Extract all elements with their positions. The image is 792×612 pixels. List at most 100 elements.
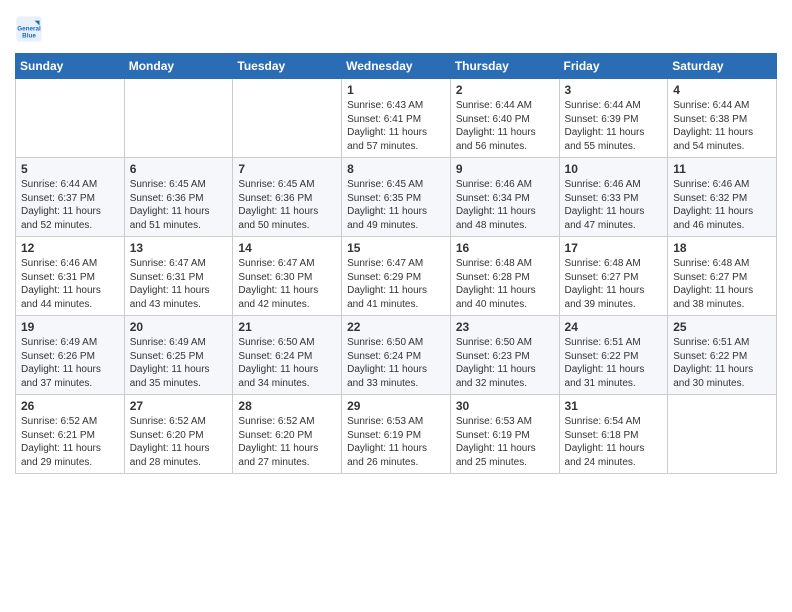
day-number: 7: [238, 162, 336, 176]
day-info: Sunrise: 6:53 AM Sunset: 6:19 PM Dayligh…: [347, 415, 445, 469]
day-number: 10: [565, 162, 663, 176]
day-number: 20: [130, 320, 228, 334]
svg-text:Blue: Blue: [22, 33, 36, 40]
calendar-table: SundayMondayTuesdayWednesdayThursdayFrid…: [15, 53, 777, 474]
day-info: Sunrise: 6:47 AM Sunset: 6:30 PM Dayligh…: [238, 257, 336, 311]
day-info: Sunrise: 6:45 AM Sunset: 6:36 PM Dayligh…: [238, 178, 336, 232]
day-number: 16: [456, 241, 554, 255]
day-number: 24: [565, 320, 663, 334]
calendar-week-1: 1 Sunrise: 6:43 AM Sunset: 6:41 PM Daylig…: [16, 79, 777, 158]
day-header-monday: Monday: [124, 54, 233, 79]
day-number: 22: [347, 320, 445, 334]
day-number: 13: [130, 241, 228, 255]
calendar-cell: 5 Sunrise: 6:44 AM Sunset: 6:37 PM Daylig…: [16, 158, 125, 237]
day-info: Sunrise: 6:51 AM Sunset: 6:22 PM Dayligh…: [565, 336, 663, 390]
day-info: Sunrise: 6:44 AM Sunset: 6:39 PM Dayligh…: [565, 99, 663, 153]
day-number: 6: [130, 162, 228, 176]
calendar-cell: [668, 395, 777, 474]
calendar-cell: 12Sunrise: 6:46 AM Sunset: 6:31 PM Dayli…: [16, 237, 125, 316]
calendar-cell: 10 Sunrise: 6:46 AM Sunset: 6:33 PM Dayli…: [559, 158, 668, 237]
day-info: Sunrise: 6:54 AM Sunset: 6:18 PM Dayligh…: [565, 415, 663, 469]
calendar-cell: 7 Sunrise: 6:45 AM Sunset: 6:36 PM Daylig…: [233, 158, 342, 237]
calendar-cell: 1 Sunrise: 6:43 AM Sunset: 6:41 PM Daylig…: [342, 79, 451, 158]
calendar-week-2: 5 Sunrise: 6:44 AM Sunset: 6:37 PM Daylig…: [16, 158, 777, 237]
day-number: 23: [456, 320, 554, 334]
day-number: 1: [347, 83, 445, 97]
calendar-cell: 3Sunrise: 6:44 AM Sunset: 6:39 PM Daylig…: [559, 79, 668, 158]
calendar-cell: 28 Sunrise: 6:52 AM Sunset: 6:20 PM Dayli…: [233, 395, 342, 474]
day-info: Sunrise: 6:46 AM Sunset: 6:34 PM Dayligh…: [456, 178, 554, 232]
day-info: Sunrise: 6:44 AM Sunset: 6:37 PM Dayligh…: [21, 178, 119, 232]
day-info: Sunrise: 6:44 AM Sunset: 6:40 PM Dayligh…: [456, 99, 554, 153]
day-number: 28: [238, 399, 336, 413]
calendar-cell: 17 Sunrise: 6:48 AM Sunset: 6:27 PM Dayli…: [559, 237, 668, 316]
day-number: 14: [238, 241, 336, 255]
day-number: 31: [565, 399, 663, 413]
calendar-cell: 27Sunrise: 6:52 AM Sunset: 6:20 PM Dayli…: [124, 395, 233, 474]
calendar-cell: 6 Sunrise: 6:45 AM Sunset: 6:36 PM Daylig…: [124, 158, 233, 237]
calendar-cell: 19Sunrise: 6:49 AM Sunset: 6:26 PM Dayli…: [16, 316, 125, 395]
day-number: 15: [347, 241, 445, 255]
calendar-cell: 24 Sunrise: 6:51 AM Sunset: 6:22 PM Dayli…: [559, 316, 668, 395]
day-info: Sunrise: 6:51 AM Sunset: 6:22 PM Dayligh…: [673, 336, 771, 390]
day-number: 18: [673, 241, 771, 255]
day-info: Sunrise: 6:48 AM Sunset: 6:28 PM Dayligh…: [456, 257, 554, 311]
day-info: Sunrise: 6:49 AM Sunset: 6:25 PM Dayligh…: [130, 336, 228, 390]
calendar-cell: 15 Sunrise: 6:47 AM Sunset: 6:29 PM Dayli…: [342, 237, 451, 316]
logo: General Blue: [15, 15, 47, 43]
day-info: Sunrise: 6:50 AM Sunset: 6:23 PM Dayligh…: [456, 336, 554, 390]
day-info: Sunrise: 6:45 AM Sunset: 6:36 PM Dayligh…: [130, 178, 228, 232]
day-info: Sunrise: 6:47 AM Sunset: 6:31 PM Dayligh…: [130, 257, 228, 311]
logo-icon: General Blue: [15, 15, 43, 43]
day-number: 5: [21, 162, 119, 176]
calendar-cell: [233, 79, 342, 158]
calendar-cell: 14 Sunrise: 6:47 AM Sunset: 6:30 PM Dayli…: [233, 237, 342, 316]
calendar-week-5: 26 Sunrise: 6:52 AM Sunset: 6:21 PM Dayli…: [16, 395, 777, 474]
day-number: 2: [456, 83, 554, 97]
calendar-week-3: 12Sunrise: 6:46 AM Sunset: 6:31 PM Dayli…: [16, 237, 777, 316]
svg-text:General: General: [17, 26, 41, 33]
day-info: Sunrise: 6:50 AM Sunset: 6:24 PM Dayligh…: [347, 336, 445, 390]
day-info: Sunrise: 6:53 AM Sunset: 6:19 PM Dayligh…: [456, 415, 554, 469]
day-header-tuesday: Tuesday: [233, 54, 342, 79]
day-number: 4: [673, 83, 771, 97]
calendar-cell: 16 Sunrise: 6:48 AM Sunset: 6:28 PM Dayli…: [450, 237, 559, 316]
calendar-cell: 4Sunrise: 6:44 AM Sunset: 6:38 PM Daylig…: [668, 79, 777, 158]
day-info: Sunrise: 6:48 AM Sunset: 6:27 PM Dayligh…: [565, 257, 663, 311]
day-info: Sunrise: 6:52 AM Sunset: 6:20 PM Dayligh…: [238, 415, 336, 469]
day-number: 12: [21, 241, 119, 255]
day-number: 19: [21, 320, 119, 334]
day-header-saturday: Saturday: [668, 54, 777, 79]
day-info: Sunrise: 6:46 AM Sunset: 6:33 PM Dayligh…: [565, 178, 663, 232]
day-number: 9: [456, 162, 554, 176]
day-info: Sunrise: 6:46 AM Sunset: 6:32 PM Dayligh…: [673, 178, 771, 232]
calendar-cell: 18 Sunrise: 6:48 AM Sunset: 6:27 PM Dayli…: [668, 237, 777, 316]
day-info: Sunrise: 6:48 AM Sunset: 6:27 PM Dayligh…: [673, 257, 771, 311]
calendar-cell: 23 Sunrise: 6:50 AM Sunset: 6:23 PM Dayli…: [450, 316, 559, 395]
day-header-wednesday: Wednesday: [342, 54, 451, 79]
day-number: 27: [130, 399, 228, 413]
day-number: 11: [673, 162, 771, 176]
calendar-cell: 29Sunrise: 6:53 AM Sunset: 6:19 PM Dayli…: [342, 395, 451, 474]
day-number: 17: [565, 241, 663, 255]
day-info: Sunrise: 6:45 AM Sunset: 6:35 PM Dayligh…: [347, 178, 445, 232]
calendar-cell: 2 Sunrise: 6:44 AM Sunset: 6:40 PM Daylig…: [450, 79, 559, 158]
day-number: 25: [673, 320, 771, 334]
day-header-friday: Friday: [559, 54, 668, 79]
calendar-header-row: SundayMondayTuesdayWednesdayThursdayFrid…: [16, 54, 777, 79]
day-info: Sunrise: 6:52 AM Sunset: 6:21 PM Dayligh…: [21, 415, 119, 469]
calendar-cell: 9 Sunrise: 6:46 AM Sunset: 6:34 PM Daylig…: [450, 158, 559, 237]
day-number: 26: [21, 399, 119, 413]
calendar-week-4: 19Sunrise: 6:49 AM Sunset: 6:26 PM Dayli…: [16, 316, 777, 395]
calendar-cell: 21Sunrise: 6:50 AM Sunset: 6:24 PM Dayli…: [233, 316, 342, 395]
day-info: Sunrise: 6:43 AM Sunset: 6:41 PM Dayligh…: [347, 99, 445, 153]
calendar-cell: 30Sunrise: 6:53 AM Sunset: 6:19 PM Dayli…: [450, 395, 559, 474]
calendar-cell: 26 Sunrise: 6:52 AM Sunset: 6:21 PM Dayli…: [16, 395, 125, 474]
calendar-cell: 13 Sunrise: 6:47 AM Sunset: 6:31 PM Dayli…: [124, 237, 233, 316]
calendar-cell: [124, 79, 233, 158]
calendar-cell: 11 Sunrise: 6:46 AM Sunset: 6:32 PM Dayli…: [668, 158, 777, 237]
day-info: Sunrise: 6:47 AM Sunset: 6:29 PM Dayligh…: [347, 257, 445, 311]
day-info: Sunrise: 6:50 AM Sunset: 6:24 PM Dayligh…: [238, 336, 336, 390]
calendar-cell: 31 Sunrise: 6:54 AM Sunset: 6:18 PM Dayli…: [559, 395, 668, 474]
calendar-cell: 22 Sunrise: 6:50 AM Sunset: 6:24 PM Dayli…: [342, 316, 451, 395]
